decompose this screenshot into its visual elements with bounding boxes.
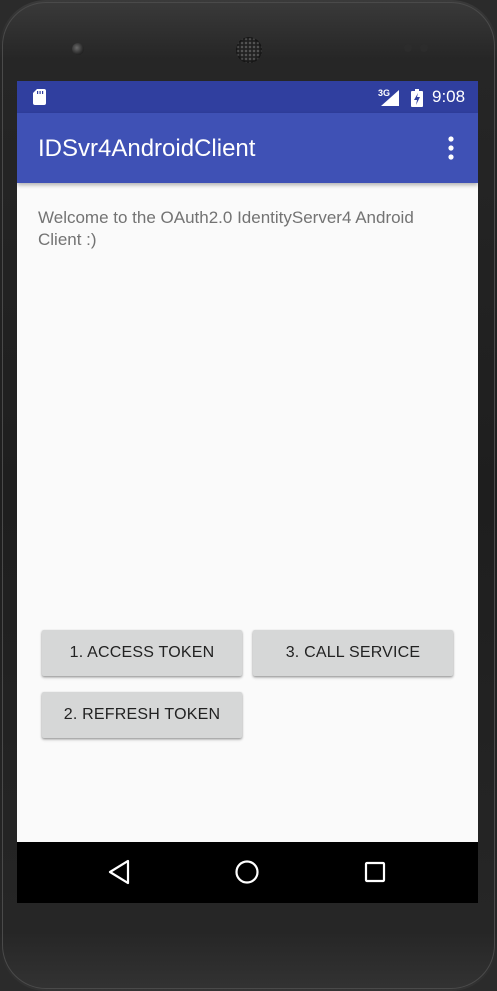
more-vert-icon[interactable]	[439, 135, 463, 161]
home-icon[interactable]	[234, 859, 260, 885]
refresh-token-button[interactable]: 2. REFRESH TOKEN	[42, 692, 242, 738]
navigation-bar	[17, 842, 478, 903]
status-time: 9:08	[432, 87, 466, 106]
back-icon[interactable]	[107, 859, 131, 885]
front-camera	[72, 43, 84, 55]
phone-frame: 3G 9:08 IDSvr4AndroidClient Welcome to t…	[0, 0, 497, 991]
battery-charging-icon	[411, 89, 423, 107]
light-sensor	[420, 44, 428, 52]
access-token-button[interactable]: 1. ACCESS TOKEN	[42, 630, 242, 676]
main-content: Welcome to the OAuth2.0 IdentityServer4 …	[17, 183, 478, 842]
welcome-text: Welcome to the OAuth2.0 IdentityServer4 …	[38, 208, 414, 249]
app-bar: IDSvr4AndroidClient	[17, 113, 478, 183]
status-bar: 3G 9:08	[17, 81, 478, 113]
proximity-sensor	[404, 44, 412, 52]
sd-card-icon	[33, 89, 46, 105]
device-screen: 3G 9:08 IDSvr4AndroidClient Welcome to t…	[17, 81, 478, 903]
call-service-button[interactable]: 3. CALL SERVICE	[253, 630, 453, 676]
signal-icon	[381, 90, 399, 106]
recents-icon[interactable]	[364, 861, 386, 883]
earpiece-speaker	[236, 37, 262, 63]
app-title: IDSvr4AndroidClient	[38, 135, 256, 162]
